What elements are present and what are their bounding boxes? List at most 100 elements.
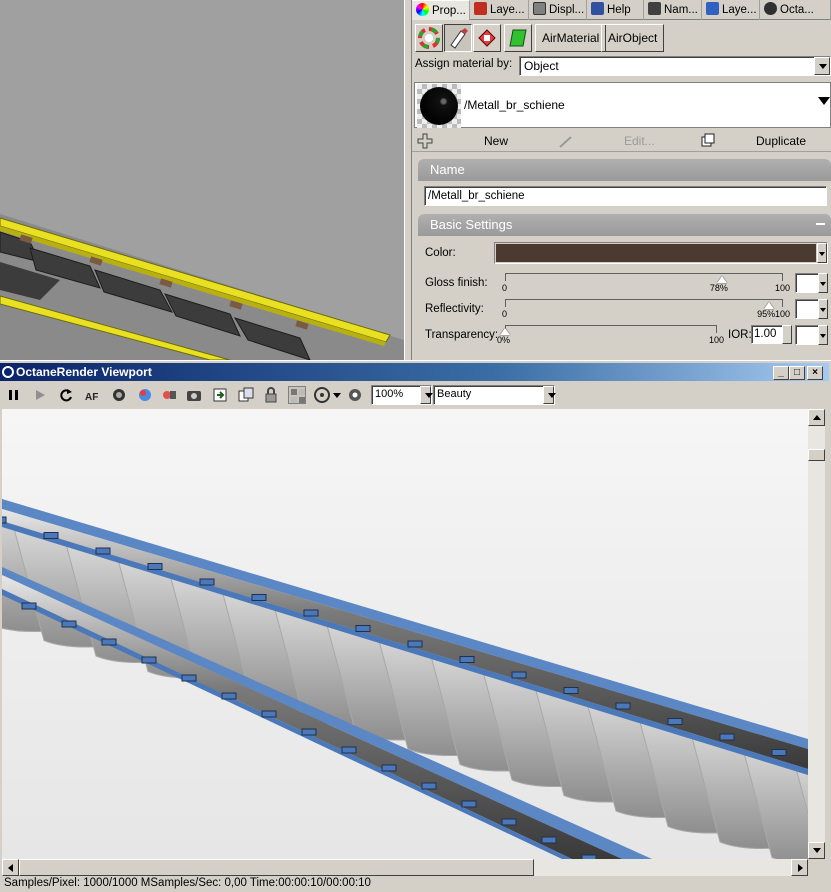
play-icon[interactable] <box>31 386 49 404</box>
scroll-thumb[interactable] <box>808 449 825 461</box>
material-actions: New Edit... Duplicate <box>412 130 831 152</box>
camera-snapshot-icon[interactable] <box>185 386 203 404</box>
scroll-left-button[interactable] <box>2 859 19 876</box>
octane-app-icon <box>2 366 14 378</box>
rail-clip <box>341 746 357 754</box>
rail-clip <box>303 609 319 617</box>
rail-clip <box>2 516 7 524</box>
duplicate-icon <box>701 133 715 147</box>
maximize-button[interactable]: □ <box>789 366 805 380</box>
material-sphere-icon <box>420 87 458 125</box>
scroll-down-button[interactable] <box>808 842 825 859</box>
rail-clip <box>421 782 437 790</box>
rail-clip <box>501 818 517 826</box>
rail-clip <box>771 749 787 756</box>
restart-icon[interactable] <box>57 386 75 404</box>
octane-title-bar[interactable]: OctaneRender Viewport _ □ × <box>0 363 829 381</box>
horizontal-scrollbar[interactable] <box>2 859 808 876</box>
tab-help[interactable]: Help <box>587 0 644 20</box>
rail-clip <box>251 594 267 601</box>
chevron-down-icon[interactable] <box>818 97 830 105</box>
basic-settings-header[interactable]: Basic Settings <box>418 214 831 236</box>
material-button[interactable] <box>444 24 472 52</box>
texture-button[interactable] <box>473 24 501 52</box>
rail-clip <box>511 671 527 679</box>
render-canvas[interactable] <box>2 409 808 859</box>
vertical-splitter[interactable] <box>404 0 412 360</box>
tab-layers[interactable]: Laye... <box>470 0 529 20</box>
object-picker-icon[interactable] <box>160 386 178 404</box>
rail-clip <box>355 625 371 632</box>
svg-text:AF: AF <box>85 392 98 403</box>
ior-stepper[interactable] <box>782 325 792 344</box>
material-color-swatch[interactable] <box>494 242 828 264</box>
rail-clip <box>221 692 237 700</box>
help-icon <box>591 2 604 15</box>
decal-button[interactable] <box>504 24 532 52</box>
gloss-min-label: 0 <box>502 283 508 293</box>
gloss-label: Gloss finish: <box>425 277 488 289</box>
tab-properties[interactable]: Prop... <box>412 0 470 20</box>
layers-icon <box>474 2 487 15</box>
close-button[interactable]: × <box>807 366 823 380</box>
region-render-icon[interactable] <box>288 386 306 404</box>
rail-clip <box>261 710 277 718</box>
assign-material-dropdown[interactable]: Object <box>519 56 831 76</box>
focus-picker-icon[interactable] <box>313 386 331 404</box>
vertical-scrollbar[interactable] <box>808 409 825 859</box>
tab-layers-2[interactable]: Laye... <box>702 0 760 20</box>
hscroll-thumb[interactable] <box>19 859 534 876</box>
zoom-dropdown[interactable]: 100% <box>371 385 433 405</box>
ior-input[interactable]: 1.00 <box>751 325 783 344</box>
rail-clip <box>615 702 631 710</box>
edit-pencil-icon <box>559 136 572 148</box>
air-material-button[interactable]: AirMaterial <box>535 24 607 52</box>
edit-material-button[interactable]: Edit... <box>624 134 655 148</box>
autofocus-icon[interactable]: AF <box>84 386 102 404</box>
settings-icon[interactable] <box>346 386 364 404</box>
gloss-slider[interactable] <box>505 273 783 281</box>
rail-clip <box>541 836 557 844</box>
octane-viewport-window: OctaneRender Viewport _ □ × AF 100% Beau… <box>0 360 831 892</box>
transparency-slider[interactable] <box>505 325 717 333</box>
rail-clip <box>147 563 163 570</box>
reflectivity-slider-thumb[interactable] <box>764 302 775 309</box>
rail-clip <box>381 764 397 772</box>
scroll-up-button[interactable] <box>808 409 825 426</box>
material-toolbar: AirMaterial AirObject <box>412 21 831 55</box>
copy-image-icon[interactable] <box>237 386 255 404</box>
lock-icon[interactable] <box>262 386 280 404</box>
name-section-header[interactable]: Name <box>418 159 831 181</box>
duplicate-material-button[interactable]: Duplicate <box>756 134 806 148</box>
pause-icon[interactable] <box>5 386 23 404</box>
reflectivity-value-label: 95% <box>757 309 776 319</box>
tab-named-views[interactable]: Nam... <box>644 0 702 20</box>
scroll-right-button[interactable] <box>791 859 808 876</box>
gloss-slider-thumb[interactable] <box>716 276 727 283</box>
tab-octane[interactable]: Octa... <box>760 0 831 20</box>
ior-label: IOR: <box>728 329 752 341</box>
render-mode-dropdown[interactable]: Beauty <box>433 385 556 405</box>
chevron-down-icon[interactable] <box>818 273 828 293</box>
export-icon[interactable] <box>211 386 229 404</box>
new-material-button[interactable]: New <box>484 134 508 148</box>
render-mode-value: Beauty <box>437 388 472 400</box>
chevron-down-icon[interactable] <box>333 393 341 398</box>
transparency-slider-thumb[interactable] <box>500 328 510 335</box>
reflectivity-max-label: 100 <box>775 309 791 319</box>
material-name-field[interactable]: /Metall_br_schiene <box>424 186 827 206</box>
layers-icon <box>706 2 719 15</box>
octane-toolbar: AF 100% Beauty <box>0 382 831 408</box>
modeling-viewport[interactable] <box>0 0 404 360</box>
object-properties-button[interactable] <box>415 24 443 52</box>
reflectivity-slider[interactable] <box>505 299 783 307</box>
camera-lens-icon[interactable] <box>110 386 128 404</box>
material-selector[interactable]: /Metall_br_schiene <box>414 82 831 128</box>
material-picker-icon[interactable] <box>136 386 154 404</box>
air-object-button[interactable]: AirObject <box>601 24 665 52</box>
chevron-down-icon[interactable] <box>818 299 828 319</box>
chevron-down-icon[interactable] <box>818 325 828 345</box>
tab-display[interactable]: Displ... <box>529 0 587 20</box>
minimize-button[interactable]: _ <box>773 366 789 380</box>
chevron-down-icon <box>420 386 433 404</box>
